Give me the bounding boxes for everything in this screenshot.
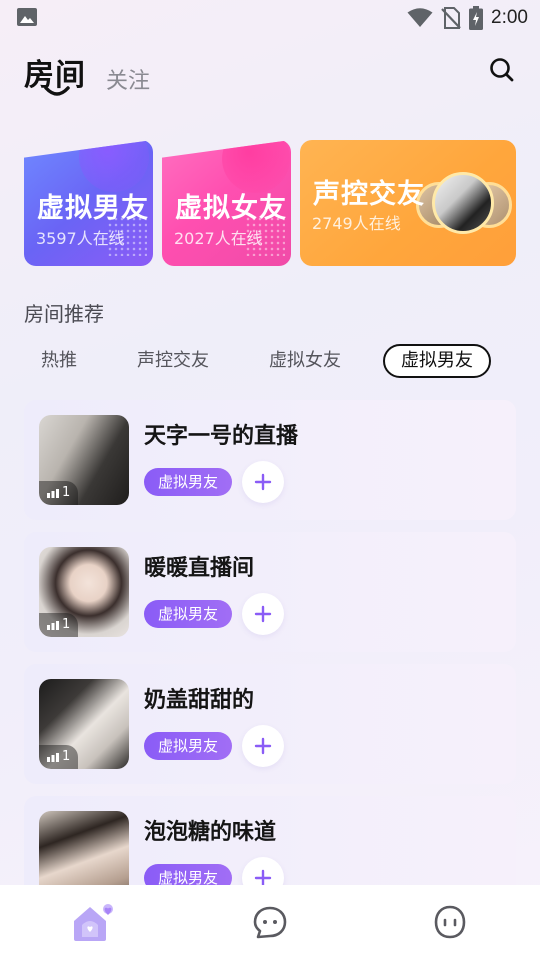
tab-virtual-girlfriend[interactable]: 虚拟女友: [260, 344, 350, 378]
chat-bubble-icon[interactable]: [245, 897, 295, 947]
room-cover: 1: [39, 415, 129, 505]
room-card[interactable]: 1 奶盖甜甜的 虚拟男友: [24, 664, 516, 784]
avatar: [432, 172, 494, 234]
signal-bars-icon: [47, 620, 59, 630]
viewer-badge: 1: [39, 481, 79, 505]
category-online-count: 3597人在线: [36, 229, 125, 248]
category-online-count: 2027人在线: [174, 229, 263, 248]
bottom-nav: [0, 885, 540, 960]
category-card-voice-dating[interactable]: 声控交友 2749人在线: [300, 140, 516, 266]
signal-bars-icon: [47, 488, 59, 498]
status-time: 2:00: [491, 7, 528, 28]
no-sim-icon: [441, 7, 461, 29]
category-card-virtual-boyfriend[interactable]: 虚拟男友 3597人在线: [24, 140, 153, 266]
viewer-count: 1: [62, 749, 71, 764]
viewer-badge: 1: [39, 745, 79, 769]
status-bar: 2:00: [0, 0, 540, 36]
room-cover: 1: [39, 547, 129, 637]
add-icon[interactable]: [242, 725, 284, 767]
category-name: 声控交友: [313, 179, 425, 210]
wifi-icon: [407, 8, 433, 27]
smile-indicator-icon: [44, 86, 70, 96]
battery-charging-icon: [469, 6, 484, 30]
tab-follow[interactable]: 关注: [106, 63, 150, 95]
card-decoration: [79, 140, 149, 192]
room-tag: 虚拟男友: [144, 468, 232, 496]
gallery-icon: [17, 8, 37, 26]
room-title: 奶盖甜甜的: [144, 688, 255, 713]
tab-voice-dating[interactable]: 声控交友: [128, 344, 218, 378]
room-tag: 虚拟男友: [144, 600, 232, 628]
add-icon[interactable]: [242, 461, 284, 503]
add-icon[interactable]: [242, 593, 284, 635]
tab-hot[interactable]: 热推: [28, 344, 90, 378]
room-cover: 1: [39, 679, 129, 769]
category-card-virtual-girlfriend[interactable]: 虚拟女友 2027人在线: [162, 140, 291, 266]
category-name: 虚拟男友: [37, 193, 149, 224]
category-online-count: 2749人在线: [312, 214, 401, 233]
room-tag: 虚拟男友: [144, 732, 232, 760]
signal-bars-icon: [47, 752, 59, 762]
room-title: 暖暖直播间: [144, 556, 255, 581]
viewer-badge: 1: [39, 613, 79, 637]
room-title: 泡泡糖的味道: [144, 820, 277, 845]
face-icon[interactable]: [425, 897, 475, 947]
viewer-count: 1: [62, 485, 71, 500]
room-card[interactable]: 1 暖暖直播间 虚拟男友: [24, 532, 516, 652]
tab-virtual-boyfriend[interactable]: 虚拟男友: [383, 344, 491, 378]
search-icon[interactable]: [488, 56, 516, 84]
section-title: 房间推荐: [24, 302, 104, 326]
house-heart-icon[interactable]: [68, 897, 118, 947]
room-title: 天字一号的直播: [144, 424, 299, 449]
category-name: 虚拟女友: [175, 193, 287, 224]
room-card[interactable]: 1 天字一号的直播 虚拟男友: [24, 400, 516, 520]
viewer-count: 1: [62, 617, 71, 632]
